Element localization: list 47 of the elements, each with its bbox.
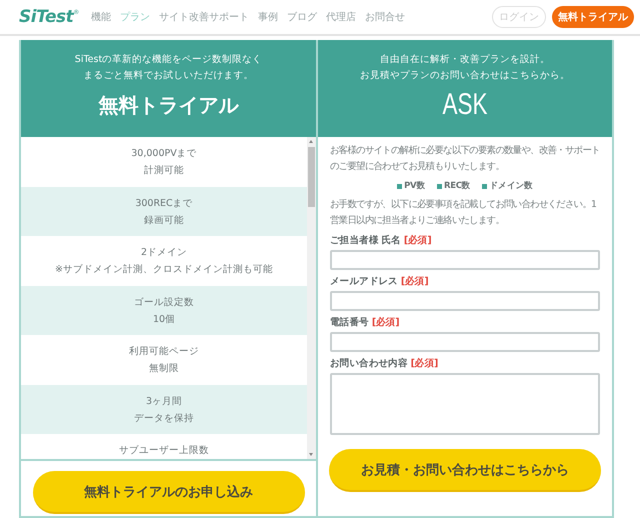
element-label: ドメイン数: [489, 180, 533, 193]
input-field[interactable]: [330, 332, 600, 352]
panel-title: 無料トライアル: [97, 92, 240, 119]
feature-title: サブユーザー上限数: [119, 444, 209, 458]
nav-link[interactable]: 事例: [258, 10, 278, 24]
field-label: ご担当者様 氏名 [必須]: [330, 234, 432, 248]
nav-link[interactable]: プラン: [120, 10, 150, 24]
nav-link[interactable]: サイト改善サポート: [158, 10, 249, 24]
intro-text: 自由自在に解析・改善プランを設計。: [379, 53, 551, 67]
feature-detail: 10個: [152, 312, 176, 326]
feature-detail: 録画可能: [144, 214, 184, 228]
nav-link[interactable]: ブログ: [286, 10, 317, 24]
logo[interactable]: SiTest$^{®}$: [19, 6, 79, 28]
panel-title: ASK: [442, 88, 488, 122]
element-label: REC数: [444, 180, 470, 193]
trial-button[interactable]: 無料トライアル: [552, 6, 634, 28]
feature-title: 2ドメイン: [140, 246, 188, 260]
feature-detail: 無制限: [149, 362, 179, 376]
feature-title: ゴール設定数: [134, 296, 194, 310]
input-field[interactable]: [330, 250, 600, 270]
field-label: メールアドレス [必須]: [330, 275, 430, 289]
scrollbar[interactable]: [307, 137, 316, 459]
field-label: お問い合わせ内容 [必須]: [330, 357, 440, 371]
feature-title: 300RECまで: [135, 196, 193, 210]
square-icon: [437, 184, 442, 188]
feature-title: 30,000PVまで: [131, 147, 197, 161]
intro-text: お見積やプランのお問い合わせはこちらから。: [359, 69, 571, 83]
nav-link[interactable]: 代理店: [326, 10, 356, 24]
apply-button[interactable]: 無料トライアルのお申し込み: [32, 471, 304, 514]
feature-title: 利用可能ページ: [129, 345, 199, 359]
element-label: PV数: [404, 180, 425, 193]
feature-detail: 計測可能: [144, 164, 184, 178]
square-icon: [397, 184, 402, 188]
message-field[interactable]: [330, 373, 600, 435]
feature-detail: ※サブドメイン計測、クロスドメイン計測も可能: [55, 263, 273, 277]
nav-link[interactable]: 機能: [90, 10, 111, 24]
square-icon: [482, 184, 488, 188]
nav-link[interactable]: お問合せ: [364, 10, 405, 24]
intro-text: SiTestの革新的な機能をページ数制限なく: [74, 53, 264, 67]
input-field[interactable]: [330, 291, 600, 311]
description-text: お客様のサイトの解析に必要な以下の要素の数量や、改善・サポートのご要望に合わせてお見積もりいたします。: [330, 144, 600, 174]
inquiry-button[interactable]: お見積・お問い合わせはこちらから: [329, 449, 601, 492]
intro-text: まるごと無料でお試しいただけます。: [82, 69, 254, 83]
feature-title: 3ヶ月間: [146, 394, 182, 408]
feature-detail: データを保持: [134, 412, 194, 426]
field-label: 電話番号 [必須]: [330, 316, 400, 330]
note-text: お手数ですが、以下に必要事項を記載してお問い合わせください。1営業日以内に担当者よりご連絡いたします。: [330, 198, 598, 228]
